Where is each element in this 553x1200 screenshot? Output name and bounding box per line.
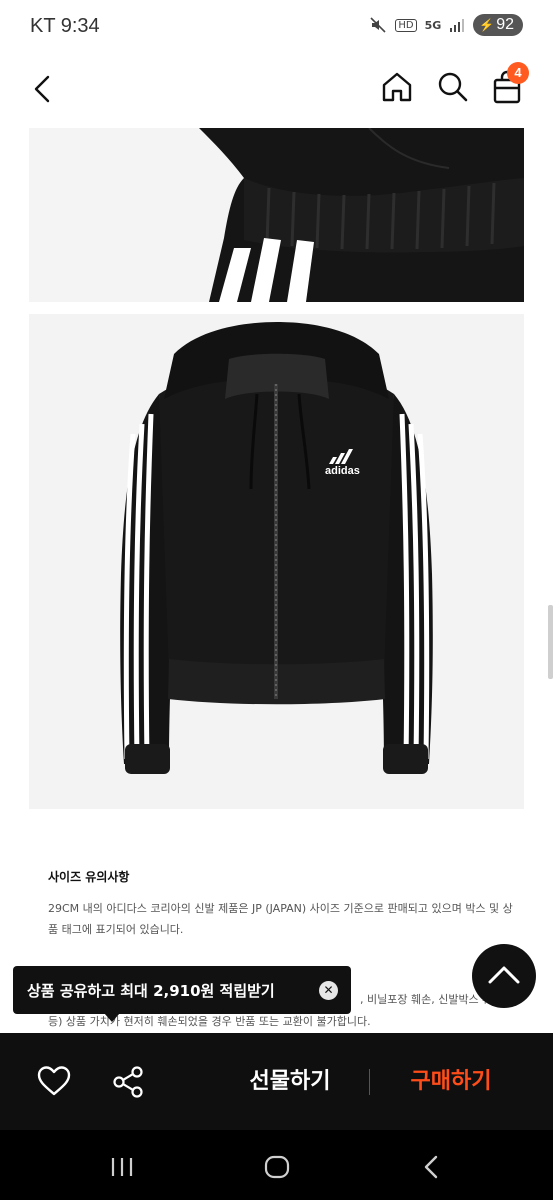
- product-image-main: adidas: [29, 314, 524, 809]
- toast-pointer: [104, 1013, 120, 1022]
- battery-level: 92: [496, 16, 514, 33]
- purchase-action-bar: 선물하기 구매하기: [0, 1033, 553, 1130]
- return-notice-line: 등) 상품 가치가 현저히 훼손되었을 경우 반품 또는 교환이 불가합니다.: [48, 1015, 371, 1028]
- scroll-to-top-button[interactable]: [472, 944, 536, 1008]
- hooded-jacket-illustration: adidas: [29, 314, 524, 809]
- mute-icon: [370, 17, 386, 33]
- charging-icon: ⚡: [479, 18, 495, 32]
- back-arrow-icon[interactable]: [28, 72, 58, 106]
- product-image-detail: [29, 128, 524, 302]
- scrollbar-thumb[interactable]: [548, 605, 553, 679]
- heart-icon[interactable]: [36, 1065, 72, 1097]
- home-icon[interactable]: [380, 70, 414, 104]
- cart-count-badge: 4: [507, 62, 529, 84]
- recent-apps-icon[interactable]: [108, 1156, 136, 1178]
- svg-text:adidas: adidas: [325, 465, 360, 477]
- jacket-waistband-illustration: [29, 128, 524, 302]
- home-nav-icon[interactable]: [263, 1154, 291, 1180]
- system-navigation-bar: [0, 1130, 553, 1200]
- back-nav-icon[interactable]: [420, 1154, 444, 1180]
- status-carrier-time: KT 9:34: [30, 15, 100, 37]
- battery-indicator: ⚡ 92: [473, 14, 523, 36]
- toast-close-icon[interactable]: ✕: [319, 981, 338, 1000]
- signal-icon: [450, 19, 465, 32]
- share-icon[interactable]: [110, 1065, 146, 1099]
- buy-button[interactable]: 구매하기: [386, 1065, 516, 1099]
- gift-button[interactable]: 선물하기: [230, 1065, 350, 1099]
- status-bar: KT 9:34 HD 5G ⚡ 92: [0, 0, 553, 56]
- network-5g-icon: 5G: [424, 18, 442, 32]
- action-divider: [369, 1069, 370, 1095]
- app-header: [0, 56, 553, 122]
- share-reward-toast[interactable]: 상품 공유하고 최대 2,910원 적립받기 ✕: [13, 966, 351, 1014]
- toast-message: 상품 공유하고 최대 2,910원 적립받기: [27, 982, 275, 1000]
- search-icon[interactable]: [436, 70, 470, 104]
- size-notice-body: 29CM 내의 아디다스 코리아의 신발 제품은 JP (JAPAN) 사이즈 …: [48, 902, 513, 936]
- size-notice-title: 사이즈 유의사항: [48, 870, 130, 884]
- hd-icon: HD: [395, 18, 417, 32]
- status-icons: HD 5G ⚡ 92: [369, 14, 523, 36]
- chevron-up-icon: [488, 966, 520, 984]
